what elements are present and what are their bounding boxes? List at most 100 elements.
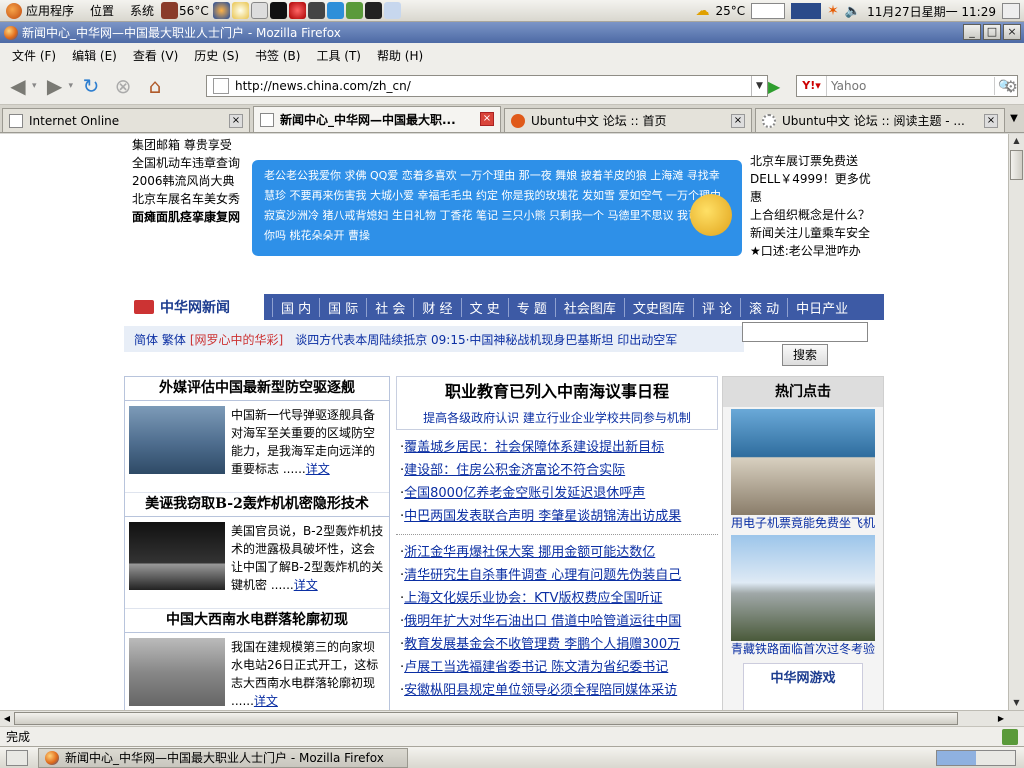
dam-image[interactable] [129, 638, 225, 706]
link-autoshow[interactable]: 北京车展名车美女秀 [132, 190, 250, 208]
e-ticket-image[interactable] [731, 409, 875, 515]
link-child-safety[interactable]: 新闻关注儿童乘车安全 [750, 224, 882, 242]
image-caption[interactable]: 用电子机票竟能免费坐飞机 [723, 515, 883, 531]
nav-history[interactable]: 文 史 [460, 297, 508, 317]
image-caption[interactable]: 青藏铁路面临首次过冬考验 [723, 641, 883, 657]
news-link[interactable]: 中巴两国发表联合声明 李肇星谈胡锦涛出访成果 [404, 509, 681, 524]
nav-comment[interactable]: 评 论 [692, 297, 740, 317]
disc-launcher-icon[interactable] [307, 2, 325, 19]
news-ticker[interactable]: 谈四方代表本周陆续抵京 09:15·中国神秘战机现身巴基斯坦 印出动空军 [295, 331, 677, 348]
link-story[interactable]: ★口述:老公早泄咋办 [750, 242, 882, 260]
scroll-right-icon[interactable]: ▶ [994, 711, 1008, 726]
more-link[interactable]: 详文 [294, 578, 318, 592]
terminal-launcher-icon[interactable] [364, 2, 382, 19]
menu-places[interactable]: 位置 [90, 2, 114, 19]
taskbar-window-button[interactable]: 新闻中心_中华网—中国最大职业人士门户 - Mozilla Firefox [38, 747, 408, 768]
vertical-scrollbar[interactable]: ▲ ▼ [1008, 134, 1024, 710]
news-link[interactable]: 建设部：住房公积金济富论不符合实际 [404, 463, 625, 478]
show-desktop-icon[interactable] [6, 749, 28, 766]
messenger-launcher-icon[interactable] [231, 2, 249, 19]
horizontal-scrollbar[interactable]: ◀ ▶ [0, 710, 1024, 726]
news-link[interactable]: 浙江金华再爆社保大案 挪用金额可能达数亿 [404, 545, 655, 560]
link-autoshow-ticket[interactable]: 北京车展订票免费送 [750, 152, 882, 170]
more-link[interactable]: 详文 [306, 462, 330, 476]
forward-icon[interactable]: ▶ [41, 72, 69, 100]
back-icon[interactable]: ◀ [4, 72, 32, 100]
menu-bookmarks[interactable]: 书签 (B) [247, 47, 308, 64]
search-input[interactable] [827, 79, 987, 93]
tab-close-icon[interactable]: × [229, 114, 243, 128]
minimize-button[interactable]: _ [963, 24, 981, 40]
search-box[interactable]: Y!▾ 🔍 [796, 75, 1018, 97]
tab-close-icon[interactable]: × [480, 112, 494, 126]
news-link[interactable]: 全国8000亿养老金空账引发延迟退休呼声 [404, 486, 645, 501]
nav-finance[interactable]: 财 经 [413, 297, 460, 317]
nav-rolling[interactable]: 滚 动 [740, 297, 787, 317]
nav-society-photos[interactable]: 社会图库 [554, 297, 624, 317]
nav-special[interactable]: 专 题 [507, 297, 555, 317]
headline[interactable]: 职业教育已列入中南海议事日程 [396, 376, 718, 406]
url-bar[interactable]: http://news.china.com/zh_cn/ ▼ [206, 75, 768, 97]
menu-edit[interactable]: 编辑 (E) [64, 47, 125, 64]
story-heading[interactable]: 外媒评估中国最新型防空驱逐舰 [125, 377, 389, 401]
story-heading[interactable]: 中国大西南水电群落轮廓初现 [125, 609, 389, 633]
tab-ubuntu-forum-home[interactable]: Ubuntu中文 论坛 :: 首页 × [504, 108, 752, 132]
menu-help[interactable]: 帮助 (H) [369, 47, 431, 64]
game-banner[interactable]: 中华网游戏 [743, 663, 863, 710]
news-link[interactable]: 卢展工当选福建省委书记 陈文清为省纪委书记 [404, 660, 668, 675]
scroll-up-icon[interactable]: ▲ [1009, 134, 1024, 148]
scroll-thumb[interactable] [1010, 150, 1023, 180]
nav-society[interactable]: 社 会 [366, 297, 413, 317]
tab-news-china[interactable]: 新闻中心_中华网—中国最大职... × [253, 106, 501, 132]
news-link[interactable]: 教育发展基金会不收管理费 李鹏个人捐赠300万 [404, 637, 680, 652]
menu-applications[interactable]: 应用程序 [26, 2, 74, 19]
go-icon[interactable]: ▶ [768, 77, 780, 96]
menu-system[interactable]: 系统 [130, 2, 154, 19]
amarok-launcher-icon[interactable] [269, 2, 287, 19]
site-search-button[interactable]: 搜索 [782, 344, 828, 366]
link-hallyu[interactable]: 2006韩流风尚大典 [132, 172, 250, 190]
back-history-icon[interactable]: ▾ [32, 81, 37, 91]
url-dropdown-icon[interactable]: ▼ [751, 76, 767, 96]
nav-history-photos[interactable]: 文史图库 [623, 297, 693, 317]
update-icon[interactable]: ✶ [827, 3, 839, 19]
close-button[interactable]: × [1003, 24, 1021, 40]
tab-ubuntu-forum-topic[interactable]: Ubuntu中文 论坛 :: 阅读主题 - ... × [755, 108, 1005, 132]
news-link[interactable]: 覆盖城乡居民：社会保障体系建设提出新目标 [404, 440, 664, 455]
story-heading[interactable]: 美诬我窃取B-2轰炸机机密隐形技术 [125, 493, 389, 517]
url-text[interactable]: http://news.china.com/zh_cn/ [235, 79, 411, 93]
butterfly-launcher-icon[interactable] [326, 2, 344, 19]
nav-domestic[interactable]: 国 内 [272, 297, 319, 317]
warship-image[interactable] [129, 406, 225, 474]
forward-history-icon[interactable]: ▾ [69, 81, 74, 91]
scroll-left-icon[interactable]: ◀ [0, 711, 14, 726]
addon-status-icon[interactable] [1002, 728, 1018, 745]
tab-close-icon[interactable]: × [731, 114, 745, 128]
news-link[interactable]: 清华研究生自杀事件调查 心理有问题先伪装自己 [404, 568, 681, 583]
link-sco[interactable]: 上合组织概念是什么？ [750, 206, 882, 224]
reload-icon[interactable]: ↻ [77, 72, 105, 100]
more-link[interactable]: 详文 [254, 694, 278, 708]
nav-international[interactable]: 国 际 [319, 297, 366, 317]
menu-view[interactable]: 查看 (V) [125, 47, 186, 64]
lang-switch[interactable]: 简体 繁体 [134, 331, 186, 348]
logout-icon[interactable] [1002, 3, 1020, 19]
railway-image[interactable] [731, 535, 875, 641]
menu-file[interactable]: 文件 (F) [4, 47, 64, 64]
news-link[interactable]: 俄明年扩大对华石油出口 借道中哈管道运往中国 [404, 614, 681, 629]
link-dell[interactable]: DELL￥4999！更多优惠 [750, 170, 882, 206]
home-icon[interactable]: ⌂ [141, 72, 169, 100]
site-search-input[interactable] [742, 322, 868, 342]
workspace-switcher[interactable] [936, 749, 1016, 766]
bomber-image[interactable] [129, 522, 225, 590]
media-launcher-icon[interactable] [288, 2, 306, 19]
tab-close-icon[interactable]: × [984, 114, 998, 128]
menu-history[interactable]: 历史 (S) [186, 47, 247, 64]
scroll-down-icon[interactable]: ▼ [1009, 696, 1024, 710]
headline-sub[interactable]: 提高各级政府认识 建立行业企业学校共同参与机制 [396, 406, 718, 430]
link-facial[interactable]: 面瘫面肌痉挛康复网 [132, 208, 250, 226]
link-traffic[interactable]: 全国机动车违章查询 [132, 154, 250, 172]
news-link[interactable]: 安徽枞阳县规定单位领导必须全程陪同媒体采访 [404, 683, 677, 698]
tab-list-icon[interactable]: ▼ [1004, 107, 1024, 131]
menu-tools[interactable]: 工具 (T) [308, 47, 369, 64]
